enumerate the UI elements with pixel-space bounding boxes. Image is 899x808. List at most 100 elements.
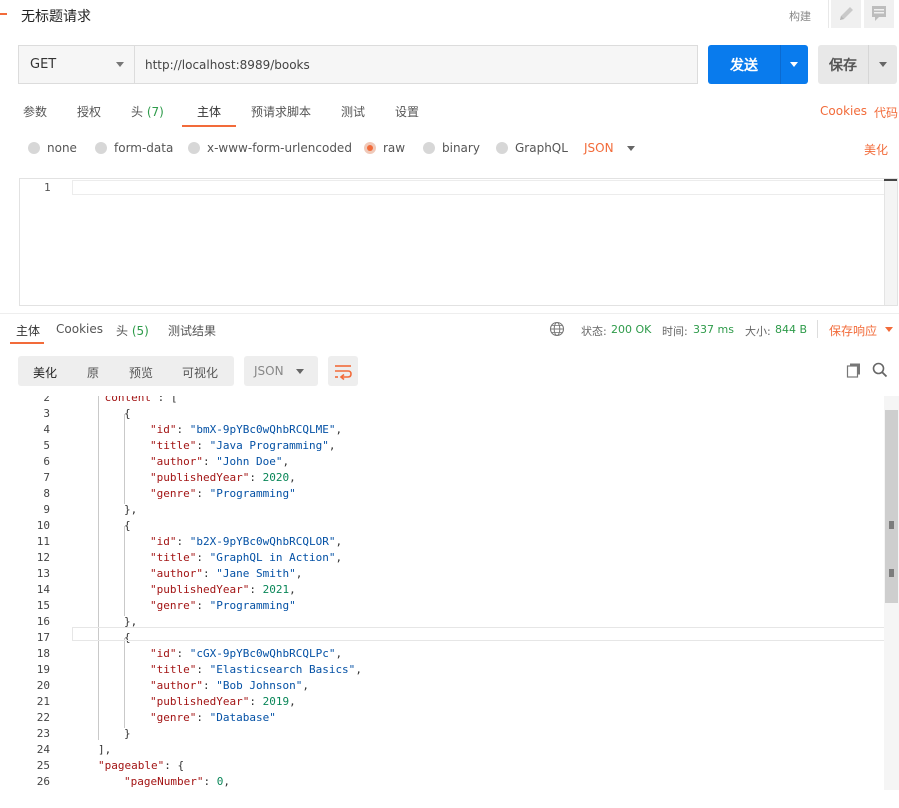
code-line: 13 "author": "Jane Smith", — [0, 566, 884, 582]
body-type-none[interactable]: none — [28, 141, 77, 155]
radio-icon — [28, 142, 40, 154]
cookies-link[interactable]: Cookies — [820, 104, 867, 118]
tab-pre-request-script[interactable]: 预请求脚本 — [251, 103, 311, 120]
response-tab-body[interactable]: 主体 — [16, 322, 40, 339]
code-text: "author": "John Doe", — [150, 455, 290, 468]
tab-settings[interactable]: 设置 — [395, 103, 419, 120]
active-line-highlight — [72, 627, 898, 641]
method-label: GET — [30, 57, 57, 72]
indent-guide — [124, 638, 125, 728]
header-divider — [828, 0, 829, 28]
line-number: 11 — [36, 535, 50, 548]
request-title[interactable]: 无标题请求 — [21, 6, 91, 26]
send-button[interactable]: 发送 — [708, 45, 780, 84]
editor-scrollbar[interactable] — [884, 179, 897, 305]
line-number: 18 — [36, 647, 50, 660]
code-line: 7 "publishedYear": 2020, — [0, 470, 884, 486]
view-preview-button[interactable]: 预览 — [129, 364, 153, 381]
send-options-button[interactable] — [780, 45, 808, 84]
chevron-down-icon — [885, 327, 893, 332]
code-text: ], — [98, 743, 112, 756]
status-value[interactable]: 200 OK — [611, 323, 651, 336]
line-number: 24 — [36, 743, 50, 756]
save-response-button[interactable]: 保存响应 — [829, 322, 877, 339]
code-line: 23} — [0, 726, 884, 742]
beautify-link[interactable]: 美化 — [864, 141, 888, 158]
line-number: 8 — [43, 487, 50, 500]
build-mode-label[interactable]: 构建 — [789, 8, 811, 24]
code-text: "id": "bmX-9pYBc0wQhbRCQLME", — [150, 423, 343, 436]
size-value[interactable]: 844 B — [775, 323, 807, 336]
response-tab-headers[interactable]: 头 (5) — [116, 322, 149, 339]
request-body-editor[interactable] — [19, 178, 898, 306]
save-options-button[interactable] — [868, 45, 897, 84]
section-divider — [0, 313, 899, 314]
body-type-form-data[interactable]: form-data — [95, 141, 173, 155]
response-tab-cookies[interactable]: Cookies — [56, 322, 103, 336]
tab-body[interactable]: 主体 — [197, 103, 221, 120]
line-number: 21 — [36, 695, 50, 708]
code-line: 26 "pageNumber": 0, — [0, 774, 884, 790]
line-number: 5 — [43, 439, 50, 452]
radio-selected-icon — [364, 142, 376, 154]
line-number: 25 — [36, 759, 50, 772]
body-format-select[interactable]: JSON — [584, 141, 614, 155]
line-number: 9 — [43, 503, 50, 516]
body-type-graphql[interactable]: GraphQL — [496, 141, 568, 155]
code-line: 14 "publishedYear": 2021, — [0, 582, 884, 598]
radio-icon — [188, 142, 200, 154]
wrap-lines-icon — [335, 365, 352, 381]
code-text: }, — [124, 503, 138, 516]
line-number: 20 — [36, 679, 50, 692]
globe-icon[interactable] — [549, 321, 565, 340]
tab-tests[interactable]: 测试 — [341, 103, 365, 120]
status-label: 状态: — [581, 325, 607, 338]
code-line: 22 "genre": "Database" — [0, 710, 884, 726]
code-text: "id": "cGX-9pYBc0wQhbRCQLPc", — [150, 647, 343, 660]
time-value[interactable]: 337 ms — [693, 323, 734, 336]
body-type-binary[interactable]: binary — [423, 141, 480, 155]
code-link[interactable]: 代码 — [874, 104, 898, 121]
code-text: "genre": "Database" — [150, 711, 276, 724]
edit-button[interactable] — [831, 0, 861, 28]
view-pretty-button[interactable]: 美化 — [33, 364, 57, 381]
code-text: "genre": "Programming" — [150, 599, 296, 612]
code-line: 15 "genre": "Programming" — [0, 598, 884, 614]
code-text: "publishedYear": 2019, — [150, 695, 296, 708]
body-type-urlencoded[interactable]: x-www-form-urlencoded — [188, 141, 352, 155]
tab-params[interactable]: 参数 — [23, 103, 47, 120]
code-line: 8 "genre": "Programming" — [0, 486, 884, 502]
body-type-raw[interactable]: raw — [364, 141, 405, 155]
tab-auth[interactable]: 授权 — [77, 103, 101, 120]
comments-button[interactable] — [864, 0, 894, 28]
response-tab-test-results[interactable]: 测试结果 — [168, 322, 216, 339]
code-line: 20 "author": "Bob Johnson", — [0, 678, 884, 694]
url-input[interactable]: http://localhost:8989/books — [134, 45, 698, 84]
sidebar-active-indicator — [0, 13, 7, 15]
code-text: "author": "Bob Johnson", — [150, 679, 309, 692]
tab-headers[interactable]: 头 (7) — [131, 103, 164, 120]
scrollbar-marker — [884, 179, 897, 181]
method-select[interactable]: GET — [18, 45, 134, 84]
time-label: 时间: — [662, 325, 688, 338]
code-text: "author": "Jane Smith", — [150, 567, 303, 580]
view-visualize-button[interactable]: 可视化 — [182, 364, 218, 381]
code-line: 24], — [0, 742, 884, 758]
code-text: "publishedYear": 2021, — [150, 583, 296, 596]
tab-headers-count: (7) — [146, 105, 164, 119]
search-icon[interactable] — [872, 362, 888, 381]
copy-icon[interactable] — [846, 362, 862, 381]
view-raw-button[interactable]: 原 — [87, 364, 99, 381]
pencil-icon — [840, 7, 853, 20]
active-tab-indicator — [10, 342, 44, 344]
scrollbar-marker — [889, 569, 894, 577]
response-body-viewer[interactable]: 2 "content": [3{4 "id": "bmX-9pYBc0wQhbRCQ… — [0, 396, 884, 790]
radio-label: none — [47, 141, 77, 155]
save-button[interactable]: 保存 — [818, 45, 868, 84]
wrap-lines-button[interactable] — [328, 356, 358, 386]
indent-guide — [98, 396, 99, 740]
size-label: 大小: — [745, 325, 771, 338]
code-line: 19 "title": "Elasticsearch Basics", — [0, 662, 884, 678]
code-text: } — [124, 727, 131, 740]
line-number: 16 — [36, 615, 50, 628]
